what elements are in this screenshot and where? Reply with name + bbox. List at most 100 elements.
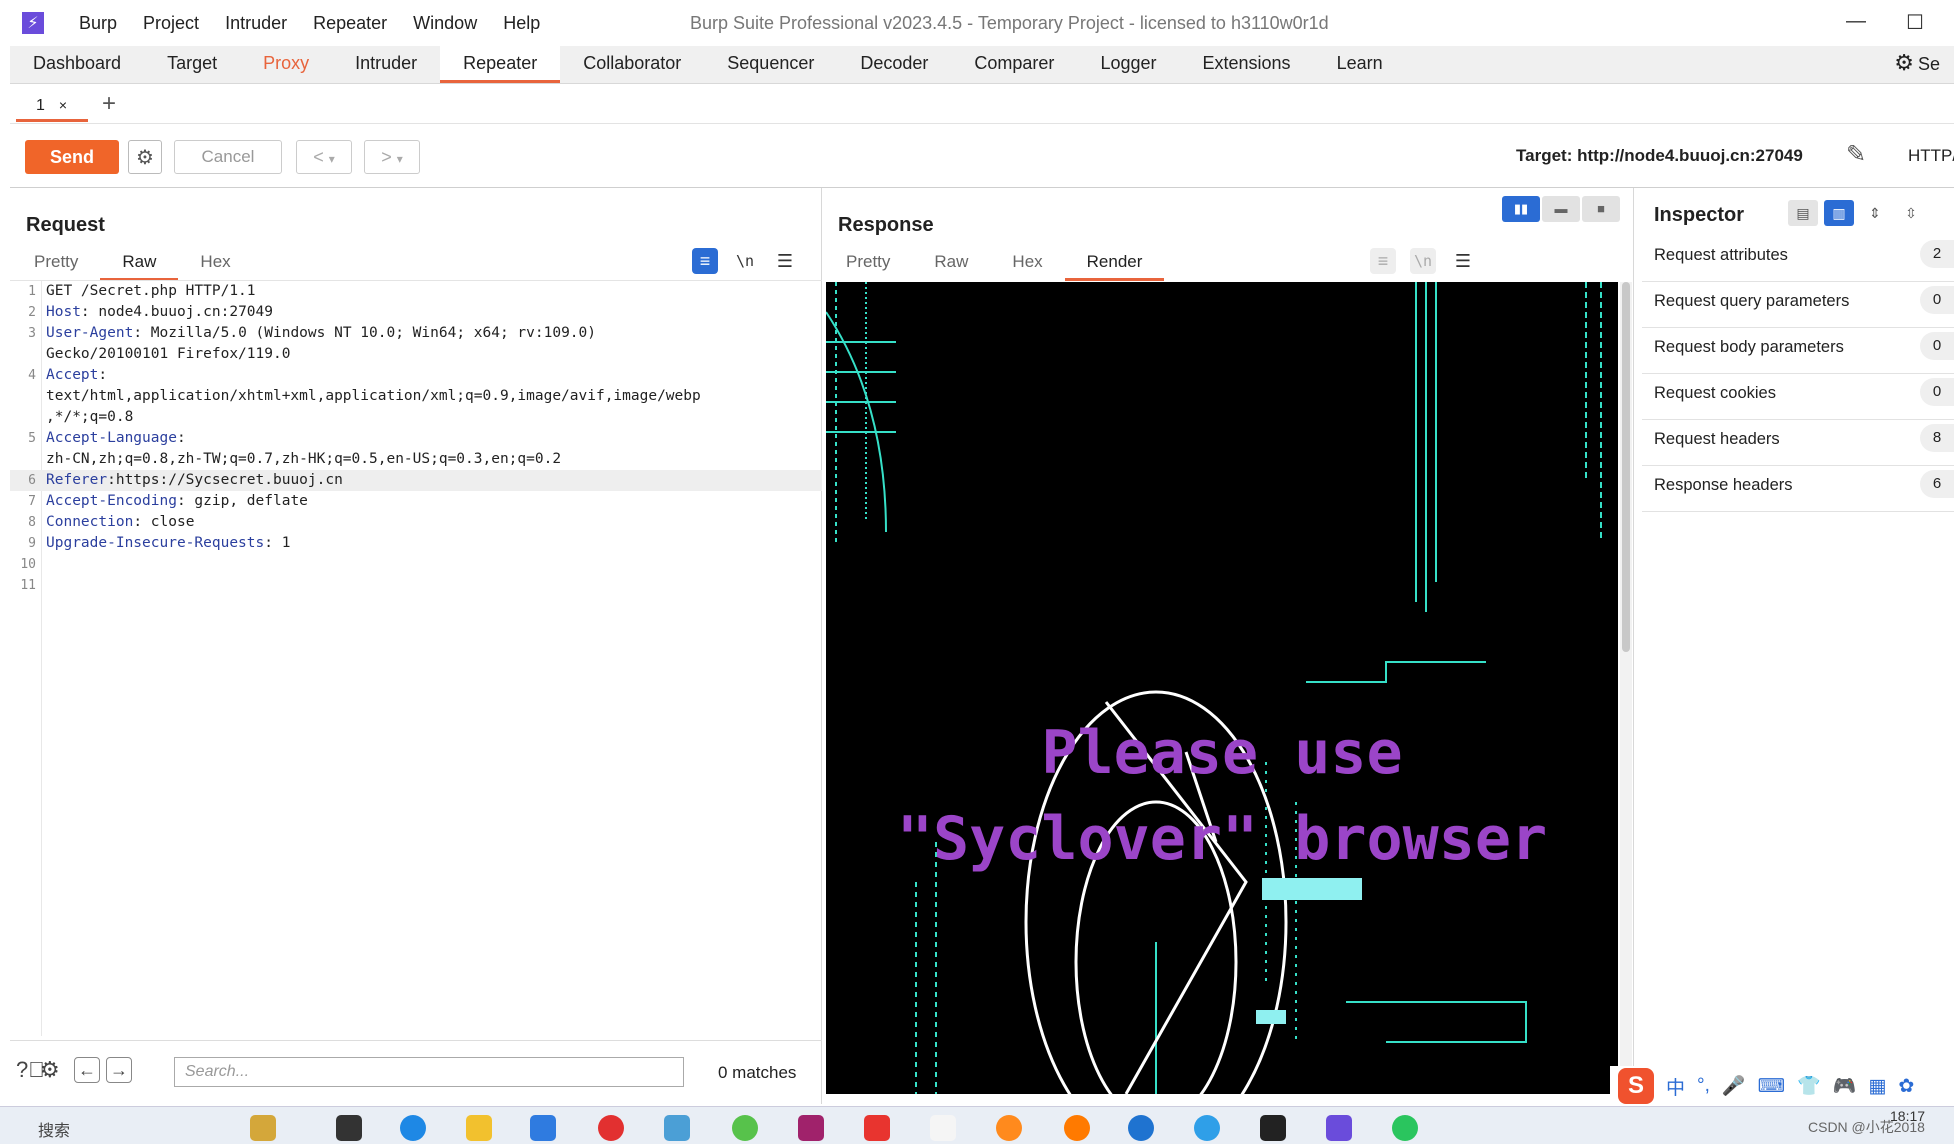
previous-request-button[interactable]: < ▾	[296, 140, 352, 174]
weather-icon[interactable]	[250, 1115, 276, 1141]
ime-skin-icon[interactable]: 👕	[1797, 1074, 1821, 1098]
tab-proxy[interactable]: Proxy	[240, 46, 332, 83]
terminal-icon[interactable]	[1260, 1115, 1286, 1141]
request-panel: Request Pretty Raw Hex ≡ \n ☰ 1 GET /Secr…	[10, 188, 822, 1104]
header-value: ,*/*;q=0.8	[46, 409, 134, 425]
clock: 18:17	[1890, 1108, 1926, 1124]
gear-icon[interactable]: ⚙	[40, 1057, 60, 1083]
request-tab-hex[interactable]: Hex	[178, 252, 252, 281]
tab-learn[interactable]: Learn	[1314, 46, 1406, 83]
wrap-lines-icon[interactable]: ≡	[1370, 248, 1396, 274]
cancel-button[interactable]: Cancel	[174, 140, 282, 174]
burp-taskbar-icon[interactable]	[1326, 1115, 1352, 1141]
tab-decoder[interactable]: Decoder	[837, 46, 951, 83]
minimize-icon[interactable]: —	[1846, 10, 1866, 33]
menu-icon[interactable]: ☰	[1450, 248, 1476, 274]
header-value: gzip, deflate	[194, 493, 308, 509]
repeater-tab-1[interactable]: 1 ×	[16, 92, 88, 122]
settings-button[interactable]: ⚙ Se	[1890, 50, 1940, 76]
tab-sequencer[interactable]: Sequencer	[704, 46, 837, 83]
request-tab-pretty[interactable]: Pretty	[24, 252, 100, 281]
menu-help[interactable]: Help	[490, 13, 553, 34]
app-icon[interactable]	[598, 1115, 624, 1141]
newline-toggle-icon[interactable]: \n	[1410, 248, 1436, 274]
tab-repeater[interactable]: Repeater	[440, 46, 561, 83]
add-tab-icon[interactable]: +	[102, 90, 116, 118]
ime-game-icon[interactable]: 🎮	[1833, 1074, 1857, 1098]
menu-icon[interactable]: ☰	[772, 248, 798, 274]
taskview-icon[interactable]	[336, 1115, 362, 1141]
menu-burp[interactable]: Burp	[66, 13, 130, 34]
response-tab-hex[interactable]: Hex	[990, 252, 1064, 281]
app-icon[interactable]	[1128, 1115, 1154, 1141]
folder-icon[interactable]	[466, 1115, 492, 1141]
menu-project[interactable]: Project	[130, 13, 212, 34]
tab-dashboard[interactable]: Dashboard	[10, 46, 144, 83]
ime-toolbar: S 中 °, 🎤 ⌨ 👕 🎮 ▦ ✿	[1610, 1066, 1954, 1106]
chevron-right-icon: >	[381, 146, 392, 167]
inspector-list-view-icon[interactable]: ▤	[1788, 200, 1818, 226]
gear-icon: ⚙	[1894, 50, 1914, 75]
newline-toggle-icon[interactable]: \n	[732, 248, 758, 274]
arrow-right-icon[interactable]: →	[106, 1057, 132, 1083]
response-tab-pretty[interactable]: Pretty	[836, 252, 912, 281]
ime-microphone-icon[interactable]: 🎤	[1722, 1074, 1746, 1098]
chrome-icon[interactable]	[1194, 1115, 1220, 1141]
taskbar-search[interactable]: 搜索	[38, 1117, 70, 1141]
rendered-response: Please use "Syclover" browser	[826, 282, 1618, 1094]
app-icon[interactable]	[798, 1115, 824, 1141]
tab-comparer[interactable]: Comparer	[951, 46, 1077, 83]
inspector-section[interactable]: Response headers 6	[1642, 456, 1954, 512]
send-settings-button[interactable]: ⚙	[128, 140, 162, 174]
request-tab-raw[interactable]: Raw	[100, 252, 179, 281]
response-scrollbar[interactable]	[1620, 282, 1632, 1094]
render-line-1: Please use	[1041, 718, 1403, 788]
wrap-lines-icon[interactable]: ≡	[692, 248, 718, 274]
search-input[interactable]: Search...	[174, 1057, 684, 1087]
tab-intruder[interactable]: Intruder	[332, 46, 440, 83]
line-number: 1	[28, 284, 36, 299]
collapse-all-icon[interactable]: ⇳	[1896, 200, 1926, 226]
tab-target[interactable]: Target	[144, 46, 240, 83]
menu-intruder[interactable]: Intruder	[212, 13, 300, 34]
ime-apps-icon[interactable]: ▦	[1868, 1075, 1886, 1098]
maximize-icon[interactable]: ☐	[1906, 10, 1924, 35]
http-version-selector[interactable]: HTTP/	[1908, 146, 1954, 166]
request-editor[interactable]: 1 GET /Secret.php HTTP/1.1 2 Host: node4.bu…	[10, 280, 822, 1036]
inspector-split-view-icon[interactable]: ▥	[1824, 200, 1854, 226]
send-button[interactable]: Send	[25, 140, 119, 174]
inspector-section-count: 6	[1920, 470, 1954, 498]
tab-extensions[interactable]: Extensions	[1180, 46, 1314, 83]
tab-logger[interactable]: Logger	[1077, 46, 1179, 83]
layout-stacked-icon[interactable]: ▬	[1542, 196, 1580, 222]
menu-repeater[interactable]: Repeater	[300, 13, 400, 34]
arrow-left-icon[interactable]: ←	[74, 1057, 100, 1083]
close-icon[interactable]: ×	[59, 97, 67, 113]
scrollbar-thumb[interactable]	[1622, 282, 1630, 652]
firefox-icon[interactable]	[996, 1115, 1022, 1141]
wps-icon[interactable]	[864, 1115, 890, 1141]
wechat-icon[interactable]	[1392, 1115, 1418, 1141]
app-icon[interactable]	[1064, 1115, 1090, 1141]
pencil-icon[interactable]: ✎	[1846, 140, 1866, 169]
expand-all-icon[interactable]: ⇕	[1860, 200, 1890, 226]
app-icon[interactable]	[664, 1115, 690, 1141]
ime-punctuation-icon[interactable]: °,	[1697, 1075, 1710, 1097]
layout-tabs-icon[interactable]: ■	[1582, 196, 1620, 222]
app-icon[interactable]	[530, 1115, 556, 1141]
ime-chinese-icon[interactable]: 中	[1666, 1073, 1685, 1100]
ime-settings-icon[interactable]: ✿	[1898, 1075, 1914, 1098]
menu-window[interactable]: Window	[400, 13, 490, 34]
layout-side-by-side-icon[interactable]: ▮▮	[1502, 196, 1540, 222]
edge-icon[interactable]	[400, 1115, 426, 1141]
typora-icon[interactable]	[930, 1115, 956, 1141]
response-tab-raw[interactable]: Raw	[912, 252, 990, 281]
sogou-logo-icon[interactable]: S	[1618, 1068, 1654, 1104]
app-icon[interactable]	[732, 1115, 758, 1141]
ime-keyboard-icon[interactable]: ⌨	[1758, 1075, 1785, 1098]
tab-collaborator[interactable]: Collaborator	[560, 46, 704, 83]
next-request-button[interactable]: > ▾	[364, 140, 420, 174]
header-separator: :	[107, 472, 116, 488]
request-line: 1 GET /Secret.php HTTP/1.1	[10, 281, 822, 302]
response-tab-render[interactable]: Render	[1064, 252, 1165, 281]
